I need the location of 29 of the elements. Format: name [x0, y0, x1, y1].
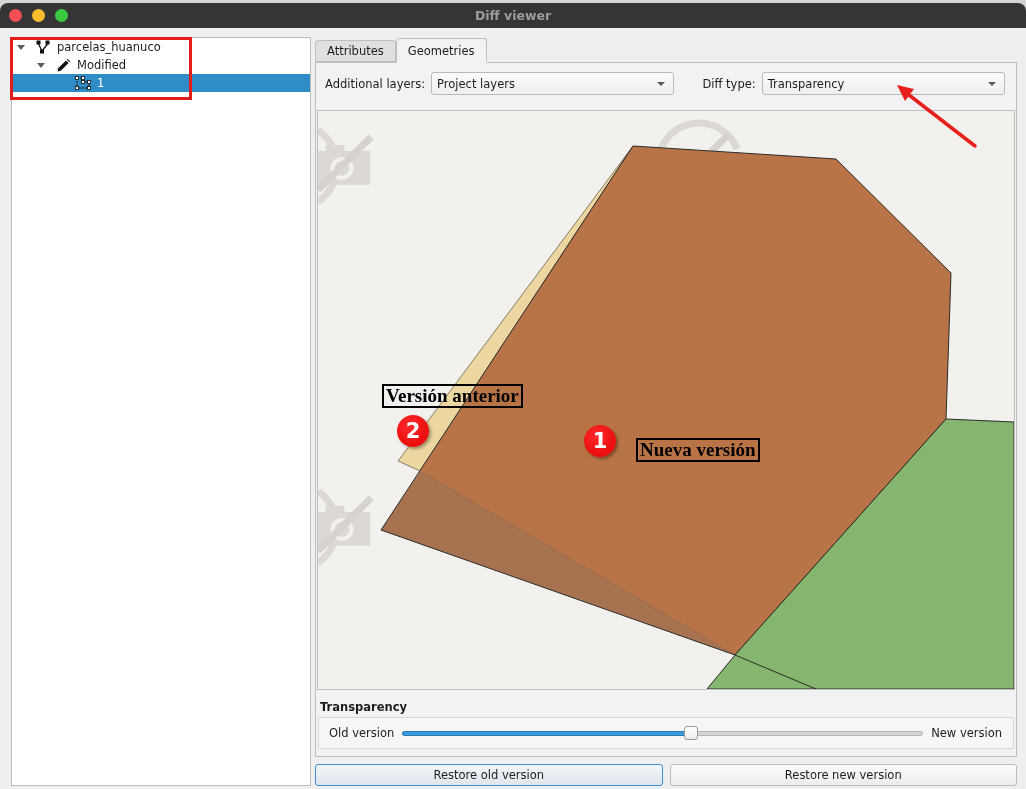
- map-label: Nueva versión: [636, 438, 760, 462]
- map-label: Versión anterior: [382, 384, 523, 408]
- minimize-button[interactable]: [32, 9, 45, 22]
- tree-item[interactable]: parcelas_huanuco: [12, 38, 310, 56]
- dropdown[interactable]: Transparency: [761, 72, 1005, 95]
- tab[interactable]: Geometries: [395, 38, 487, 63]
- tree-item[interactable]: Modified: [12, 56, 310, 74]
- tree-item[interactable]: 1: [12, 74, 310, 92]
- caret-down-icon[interactable]: [17, 44, 25, 50]
- polygon-feature-icon: [75, 76, 91, 90]
- field-label: Additional layers:: [325, 76, 426, 91]
- restore-button[interactable]: Restore old version: [315, 764, 663, 786]
- slider-handle[interactable]: [684, 725, 699, 740]
- caret-down-icon[interactable]: [37, 62, 45, 68]
- close-button[interactable]: [9, 9, 22, 22]
- restore-button[interactable]: Restore new version: [669, 764, 1017, 786]
- caret-down-icon: [988, 81, 996, 86]
- caret-down-icon: [657, 81, 666, 86]
- section-title: Transparency: [320, 699, 408, 715]
- slider-max-label: New version: [931, 726, 1002, 740]
- callout-number: 2: [397, 415, 429, 447]
- slider-min-label: Old version: [329, 726, 395, 740]
- field-label: Diff type:: [702, 76, 756, 91]
- pencil-icon: [56, 58, 70, 72]
- maximize-button[interactable]: [55, 9, 68, 22]
- dropdown[interactable]: Project layers: [431, 72, 675, 95]
- tab[interactable]: Attributes: [315, 40, 396, 62]
- window-title: Diff viewer: [474, 8, 552, 23]
- vector-layer-icon: [36, 40, 50, 54]
